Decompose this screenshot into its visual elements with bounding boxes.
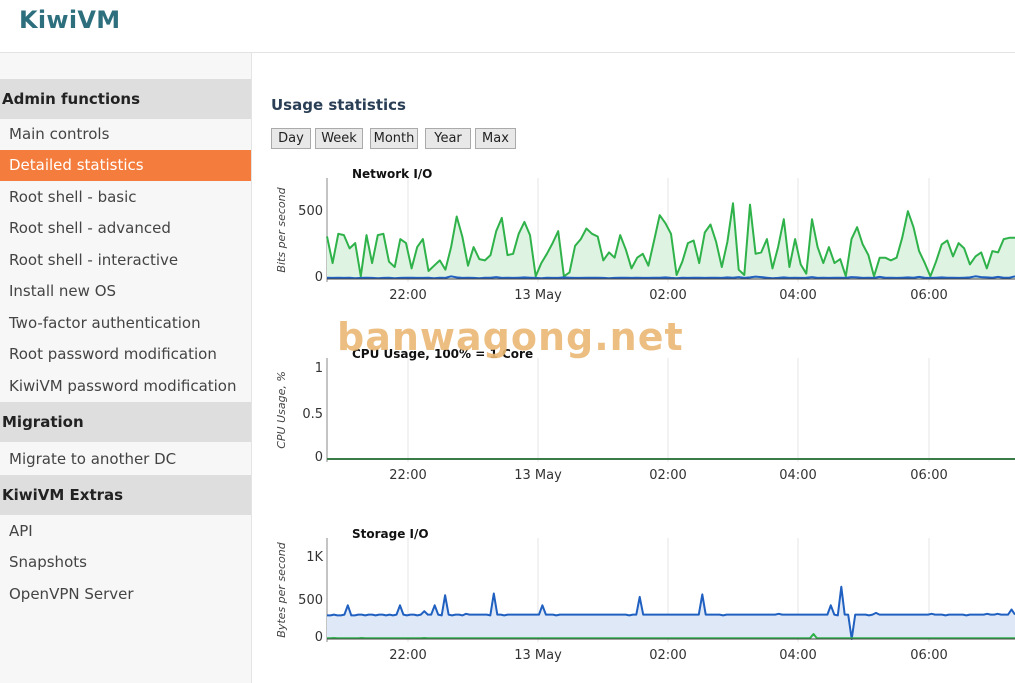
- cpu-usage-100-1-core-x-tick: 13 May: [514, 468, 562, 483]
- storage-i-o-x-tick: 04:00: [779, 648, 816, 663]
- storage-i-o-series-0-area: [327, 586, 1015, 639]
- cpu-usage-100-1-core-title: CPU Usage, 100% = 1 Core: [352, 347, 533, 361]
- storage-i-o-y-tick: 0: [315, 630, 323, 645]
- network-i-o-x-tick: 04:00: [779, 288, 816, 303]
- storage-i-o-y-tick: 500: [298, 593, 323, 608]
- storage-i-o-x-tick: 13 May: [514, 648, 562, 663]
- cpu-usage-100-1-core-x-tick: 04:00: [779, 468, 816, 483]
- cpu-usage-100-1-core-y-tick: 0.5: [302, 407, 323, 422]
- network-i-o-y-tick: 0: [315, 270, 323, 285]
- cpu-usage-100-1-core-y-tick: 1: [315, 361, 323, 376]
- storage-i-o-y-label: Bytes per second: [275, 541, 288, 637]
- network-i-o-x-tick: 02:00: [649, 288, 686, 303]
- charts-area: 22:00 13 May 02:00 04:00 06:00 500 0 Network I/…: [275, 167, 1015, 663]
- storage-i-o-x-tick: 22:00: [389, 648, 426, 663]
- network-i-o-y-tick: 500: [298, 204, 323, 219]
- cpu-usage-100-1-core-x-tick: 22:00: [389, 468, 426, 483]
- network-i-o-title: Network I/O: [352, 167, 432, 181]
- cpu-usage-100-1-core-x-tick: 02:00: [649, 468, 686, 483]
- storage-i-o-x-tick: 02:00: [649, 648, 686, 663]
- storage-i-o-y-tick: 1K: [306, 550, 323, 565]
- network-i-o-x-tick: 22:00: [389, 288, 426, 303]
- network-i-o-x-tick: 06:00: [910, 288, 947, 303]
- network-i-o-y-label: Bits per second: [275, 186, 288, 272]
- cpu-usage-100-1-core-y-label: CPU Usage, %: [275, 371, 288, 449]
- network-i-o-x-tick: 13 May: [514, 288, 562, 303]
- storage-i-o-title: Storage I/O: [352, 527, 429, 541]
- cpu-usage-100-1-core-x-tick: 06:00: [910, 468, 947, 483]
- cpu-usage-100-1-core-y-tick: 0: [315, 450, 323, 465]
- storage-i-o-x-tick: 06:00: [910, 648, 947, 663]
